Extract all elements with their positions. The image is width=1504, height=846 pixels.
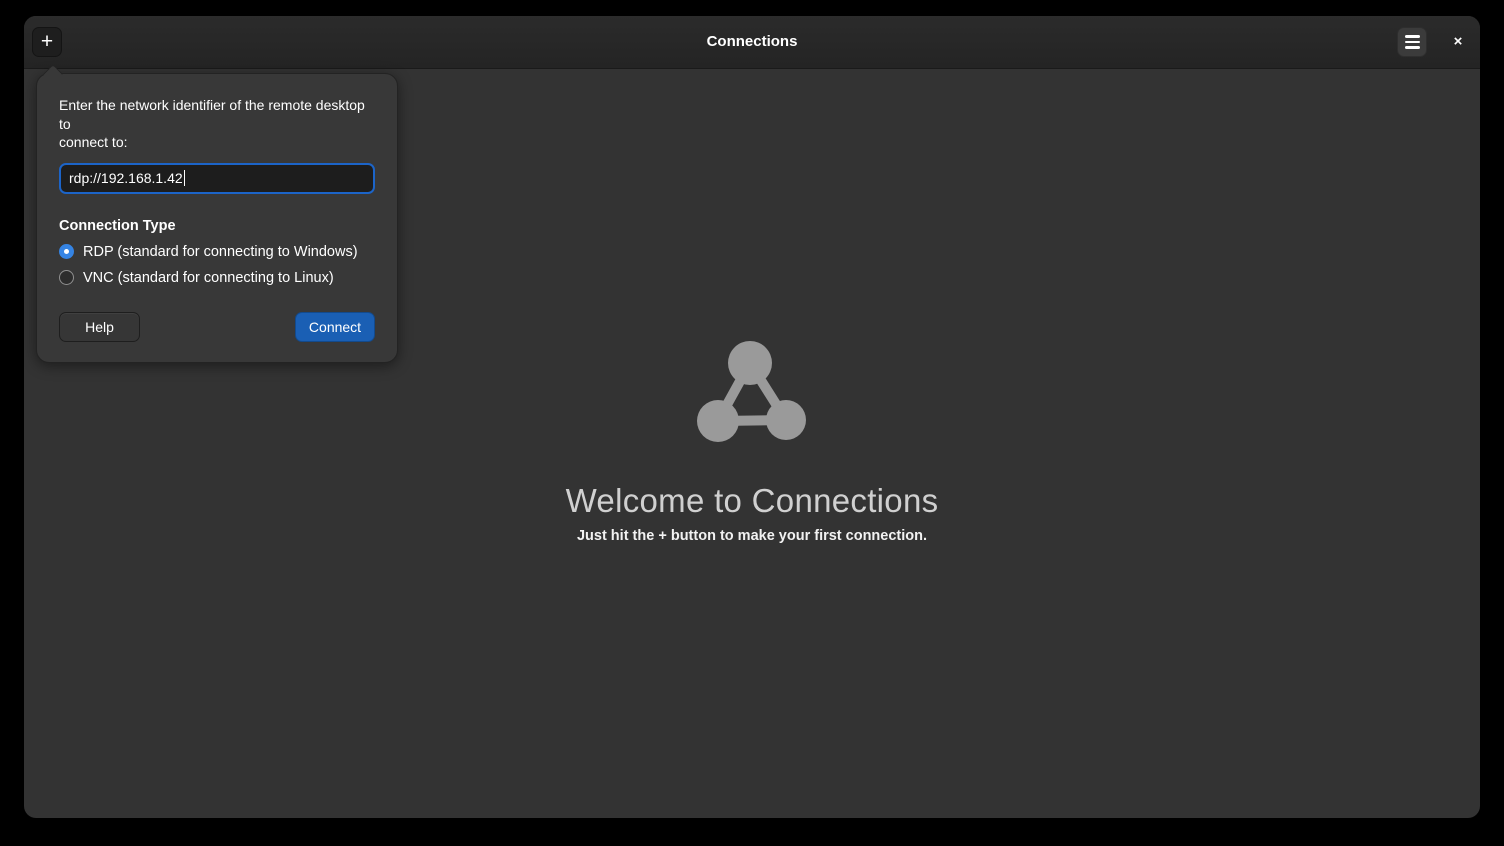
welcome-title: Welcome to Connections bbox=[565, 482, 939, 519]
text-caret bbox=[183, 170, 186, 187]
network-triangle-icon bbox=[697, 341, 806, 442]
new-connection-popover: Enter the network identifier of the remo… bbox=[36, 63, 398, 363]
connect-button[interactable]: Connect bbox=[295, 311, 375, 342]
app-window: Connections + × Enter the network identi… bbox=[24, 16, 1480, 818]
radio-option-rdp[interactable]: RDP (standard for connecting to Windows) bbox=[59, 244, 375, 260]
popover-button-row: Help Connect bbox=[59, 311, 375, 342]
radio-option-vnc[interactable]: VNC (standard for connecting to Linux) bbox=[59, 270, 375, 286]
connection-type-heading: Connection Type bbox=[59, 217, 176, 234]
radio-button-selected-icon[interactable] bbox=[59, 244, 74, 260]
close-icon: × bbox=[1453, 33, 1463, 50]
add-connection-button[interactable]: + bbox=[32, 27, 62, 57]
welcome-subtitle: Just hit the + button to make your first… bbox=[576, 527, 928, 544]
empty-state: Welcome to Connections Just hit the + bu… bbox=[24, 341, 1480, 544]
address-input[interactable]: rdp://192.168.1.42 bbox=[59, 162, 375, 194]
plus-icon: + bbox=[40, 30, 54, 53]
hamburger-icon bbox=[1404, 35, 1420, 38]
network-identifier-prompt: Enter the network identifier of the remo… bbox=[59, 97, 365, 151]
header-bar: Connections + × bbox=[24, 16, 1480, 69]
plus-glyph: + bbox=[658, 527, 667, 544]
address-input-value: rdp://192.168.1.42 bbox=[69, 170, 183, 187]
close-window-button[interactable]: × bbox=[1443, 27, 1473, 57]
radio-button-unselected-icon[interactable] bbox=[59, 270, 74, 286]
window-title: Connections bbox=[706, 33, 798, 50]
help-button[interactable]: Help bbox=[59, 311, 140, 342]
primary-menu-button[interactable] bbox=[1397, 27, 1427, 57]
